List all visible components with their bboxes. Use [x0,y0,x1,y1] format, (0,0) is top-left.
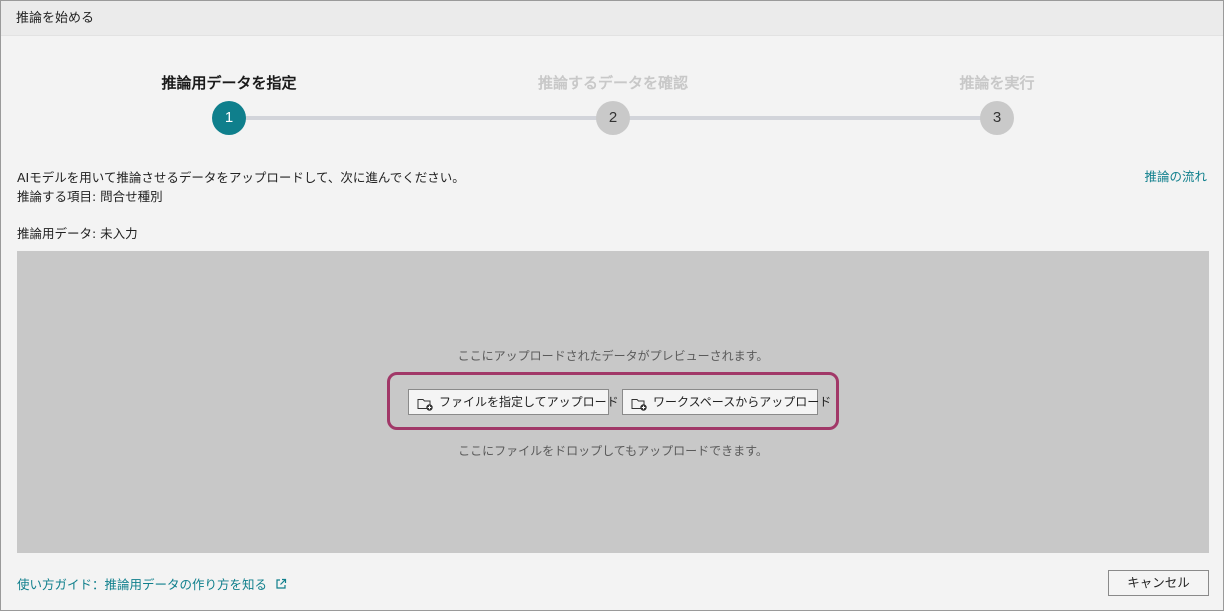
external-link-icon [275,578,287,590]
folder-upload-icon [417,395,434,411]
step-connector-1-2 [229,116,613,120]
inference-flow-link[interactable]: 推論の流れ [1144,166,1207,185]
upload-file-label: ファイルを指定してアップロード [439,395,619,409]
upload-dropzone[interactable]: ここにアップロードされたデータがプレビューされます。 ファイルを指定してアップロ… [17,251,1209,553]
step-1-label: 推論用データを指定 [161,74,297,92]
stepper: 推論用データを指定 推論するデータを確認 推論を実行 1 2 3 [1,37,1223,147]
upload-file-button[interactable]: ファイルを指定してアップロード [408,389,619,415]
upload-workspace-button[interactable]: ワークスペースからアップロード [622,389,831,415]
drop-hint-text: ここにファイルをドロップしてもアップロードできます。 [458,444,768,458]
preview-placeholder-text: ここにアップロードされたデータがプレビューされます。 [457,349,769,363]
step-3-circle: 3 [980,101,1014,135]
cancel-button[interactable]: キャンセル [1108,570,1209,596]
step-2-circle: 2 [596,101,630,135]
data-status: 推論用データ: 未入力 [17,226,138,241]
description: AIモデルを用いて推論させるデータをアップロードして、次に進んでください。 推論… [17,168,465,206]
step-connector-2-3 [613,116,997,120]
folder-upload-icon [631,395,648,411]
step-1-circle: 1 [212,101,246,135]
step-3-label: 推論を実行 [959,74,1035,92]
step-2-label: 推論するデータを確認 [537,74,689,92]
description-line-2: 推論する項目: 問合せ種別 [17,189,163,204]
dialog-window: 推論を始める 推論用データを指定 推論するデータを確認 推論を実行 1 2 3 … [0,0,1224,611]
usage-guide-label: 使い方ガイド：推論用データの作り方を知る [17,577,268,592]
description-line-1: AIモデルを用いて推論させるデータをアップロードして、次に進んでください。 [17,170,465,185]
window-title: 推論を始める [1,1,1223,36]
upload-workspace-label: ワークスペースからアップロード [653,395,832,409]
usage-guide-link[interactable]: 使い方ガイド：推論用データの作り方を知る [17,574,287,593]
